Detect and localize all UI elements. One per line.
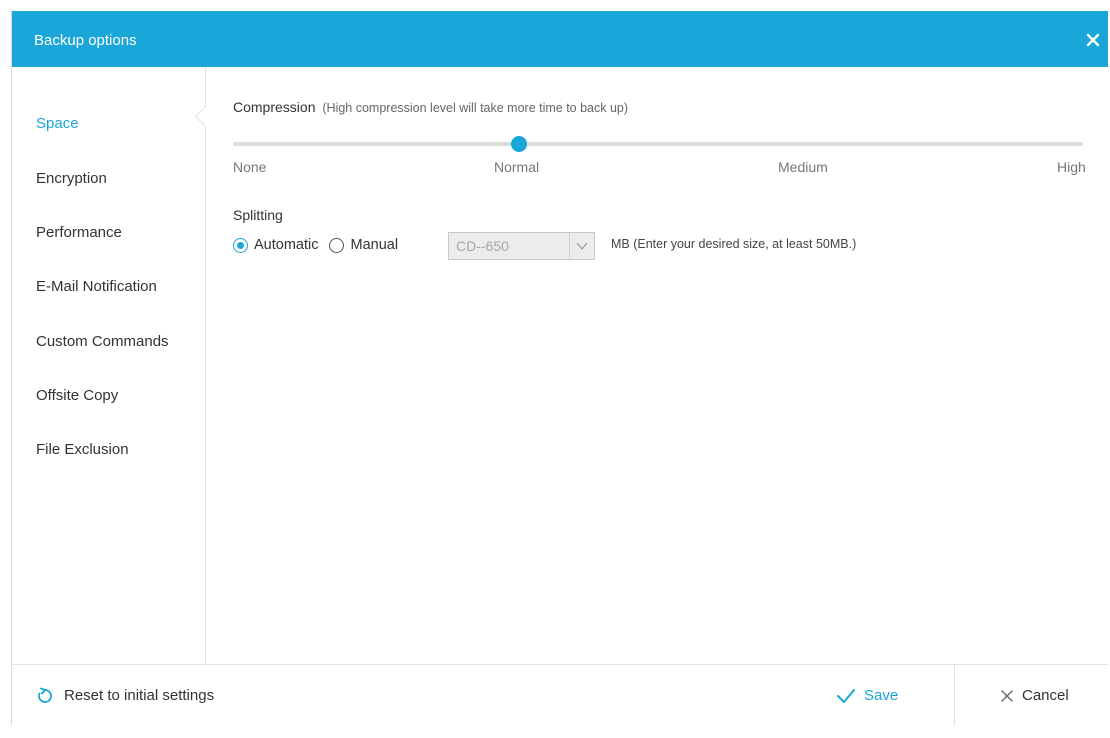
splitting-label: Splitting: [233, 207, 283, 223]
compression-label: Compression: [233, 99, 316, 115]
split-size-value: CD--650: [456, 238, 509, 254]
dialog-title: Backup options: [34, 32, 137, 49]
sidebar-item-space[interactable]: Space: [36, 115, 79, 132]
space-panel: Compression (High compression level will…: [206, 67, 1108, 664]
sidebar-item-custom-commands[interactable]: Custom Commands: [36, 333, 169, 350]
sidebar: Space Encryption Performance E-Mail Noti…: [12, 67, 217, 664]
radio-manual-label[interactable]: Manual: [350, 237, 398, 253]
reset-button[interactable]: Reset to initial settings: [36, 665, 214, 726]
compression-slider-thumb[interactable]: [511, 136, 527, 152]
select-divider: [569, 233, 570, 259]
splitting-options: Automatic Manual: [233, 232, 398, 258]
compression-level-medium[interactable]: Medium: [778, 159, 828, 175]
split-size-hint: MB (Enter your desired size, at least 50…: [611, 237, 857, 251]
save-button[interactable]: Save: [836, 665, 898, 726]
split-size-select[interactable]: CD--650: [448, 232, 595, 260]
footer-divider: [954, 665, 955, 726]
sidebar-item-offsite-copy[interactable]: Offsite Copy: [36, 387, 118, 404]
cancel-button[interactable]: Cancel: [1000, 665, 1069, 726]
radio-manual-indicator[interactable]: [329, 237, 345, 253]
close-icon[interactable]: [1082, 29, 1104, 51]
sidebar-item-performance[interactable]: Performance: [36, 224, 122, 241]
footer-bar: Reset to initial settings Save Cancel: [12, 664, 1108, 726]
radio-manual[interactable]: Manual: [329, 237, 398, 253]
title-bar: Backup options: [12, 11, 1108, 67]
compression-hint: (High compression level will take more t…: [322, 101, 629, 115]
compression-level-normal[interactable]: Normal: [494, 159, 539, 175]
radio-automatic[interactable]: Automatic: [233, 237, 318, 253]
check-icon: [837, 688, 855, 703]
compression-slider-track[interactable]: [233, 142, 1083, 146]
close-x-icon: [1001, 689, 1013, 702]
compression-level-high[interactable]: High: [1057, 159, 1086, 175]
sidebar-item-encryption[interactable]: Encryption: [36, 170, 107, 187]
compression-heading: Compression (High compression level will…: [233, 99, 628, 115]
sidebar-item-file-exclusion[interactable]: File Exclusion: [36, 441, 129, 458]
chevron-down-icon[interactable]: [576, 241, 588, 251]
cancel-label[interactable]: Cancel: [1022, 687, 1069, 704]
radio-automatic-indicator[interactable]: [233, 237, 248, 253]
radio-automatic-label[interactable]: Automatic: [254, 237, 318, 253]
compression-level-none[interactable]: None: [233, 159, 266, 175]
save-label[interactable]: Save: [864, 687, 898, 704]
reset-icon: [38, 687, 52, 703]
backup-options-dialog: Backup options Space Encryption Performa…: [11, 11, 1108, 726]
reset-label[interactable]: Reset to initial settings: [64, 687, 214, 704]
sidebar-item-email-notification[interactable]: E-Mail Notification: [36, 278, 157, 295]
